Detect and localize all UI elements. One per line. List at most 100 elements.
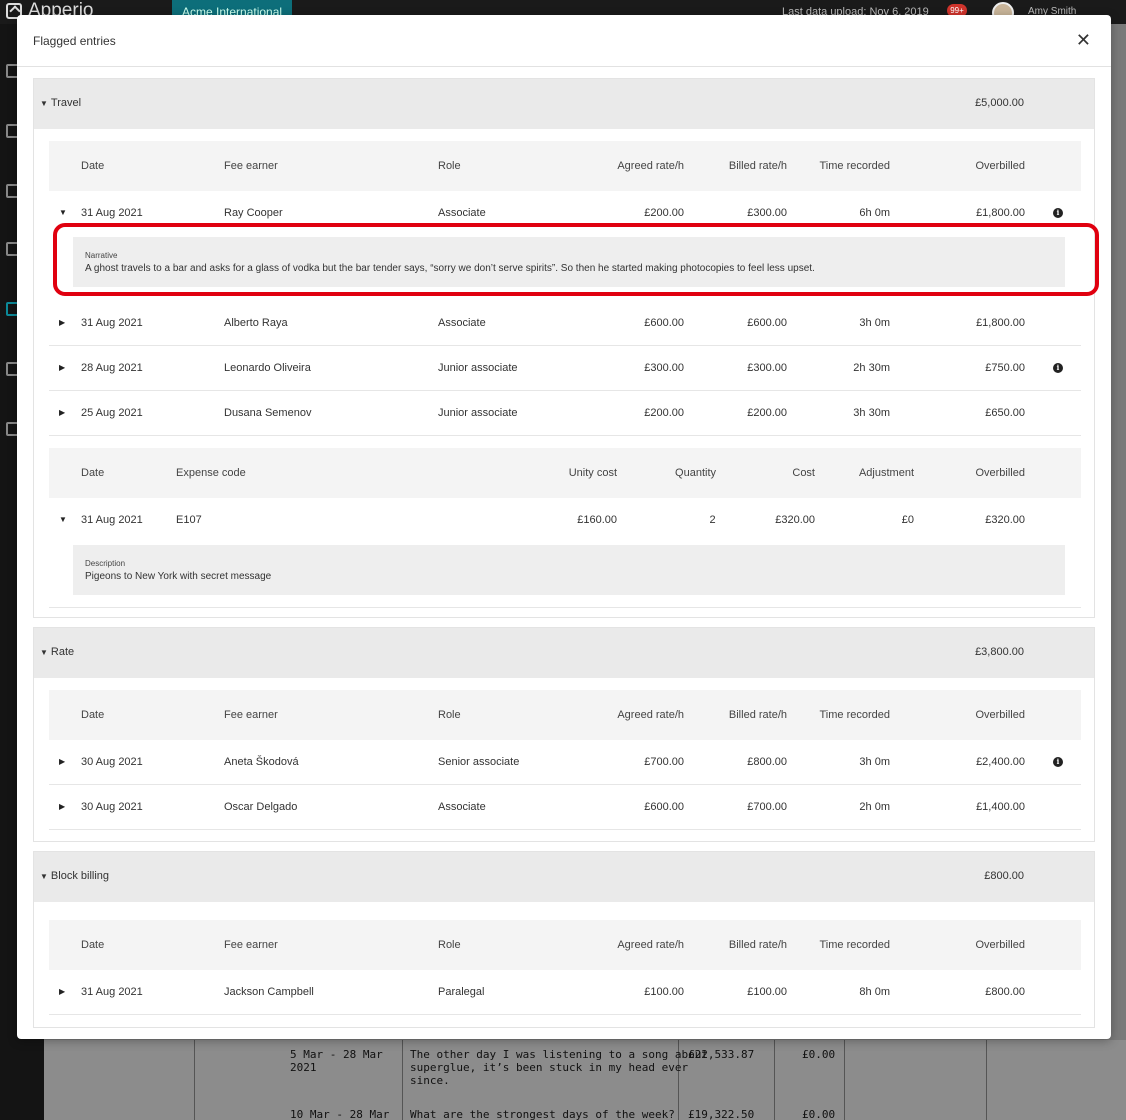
col-overbilled: Overbilled [975,467,1025,479]
col-overbilled: Overbilled [975,709,1025,721]
cell-role: Junior associate [438,362,518,374]
info-icon[interactable]: i [1053,208,1063,218]
section-body: Date Fee earner Role Agreed rate/h Bille… [49,690,1081,835]
caret-right-icon[interactable]: ▶ [59,802,65,811]
cell-date: 31 Aug 2021 [81,317,143,329]
section-header[interactable]: ▼ Rate £3,800.00 [34,628,1094,678]
table-row[interactable]: ▶ 30 Aug 2021 Oscar Delgado Associate £6… [49,785,1081,830]
table-row[interactable]: ▶ 28 Aug 2021 Leonardo Oliveira Junior a… [49,346,1081,391]
cell-unity-cost: £160.00 [577,514,617,526]
col-agreed-rate: Agreed rate/h [617,160,684,172]
cell-expense-code: E107 [176,514,202,526]
cell-time: 6h 0m [859,207,890,219]
cell-time: 3h 0m [859,317,890,329]
bg-narrative: The other day I was listening to a song … [410,1048,709,1087]
section-total: £800.00 [984,870,1024,882]
table-row[interactable]: ▶ 31 Aug 2021 Alberto Raya Associate £60… [49,301,1081,346]
col-quantity: Quantity [675,467,716,479]
col-billed-rate: Billed rate/h [728,709,787,721]
col-adjustment: Adjustment [858,467,914,479]
cell-date: 31 Aug 2021 [81,514,143,526]
section-body: Date Fee earner Role Agreed rate/h Bille… [49,920,1081,1020]
cell-fee-earner: Leonardo Oliveira [224,362,311,374]
section-header[interactable]: ▼ Travel £5,000.00 [34,79,1094,129]
cell-fee-earner: Jackson Campbell [224,986,314,998]
section-title: Block billing [50,870,110,882]
col-time-recorded: Time recorded [819,709,890,721]
cell-fee-earner: Aneta Škodová [224,756,299,768]
background-table: 5 Mar - 28 Mar 2021 The other day I was … [44,1040,1126,1120]
col-role: Role [438,160,461,172]
cell-agreed: £700.00 [644,756,684,768]
cell-fee-earner: Oscar Delgado [224,801,298,813]
caret-down-icon[interactable]: ▼ [59,208,67,217]
caret-right-icon[interactable]: ▶ [59,408,65,417]
narrative-panel: Narrative A ghost travels to a bar and a… [73,237,1065,287]
cell-overbilled: £1,800.00 [976,207,1025,219]
cell-role: Paralegal [438,986,485,998]
cell-adjustment: £0 [901,514,914,526]
section-body: Date Fee earner Role Agreed rate/h Bille… [49,141,1081,611]
cell-billed: £100.00 [747,986,787,998]
caret-right-icon[interactable]: ▶ [59,987,65,996]
table-header: Date Fee earner Role Agreed rate/h Bille… [49,690,1081,740]
cell-date: 30 Aug 2021 [81,801,143,813]
close-icon[interactable]: ✕ [1076,30,1091,51]
col-fee-earner: Fee earner [224,160,278,172]
col-role: Role [438,939,461,951]
cell-agreed: £100.00 [644,986,684,998]
caret-right-icon[interactable]: ▶ [59,318,65,327]
table-row[interactable]: ▶ 31 Aug 2021 Jackson Campbell Paralegal… [49,970,1081,1015]
col-fee-earner: Fee earner [224,939,278,951]
section-total: £5,000.00 [975,97,1024,109]
bg-amount: £19,322.50 [688,1108,755,1120]
caret-right-icon[interactable]: ▶ [59,757,65,766]
divider [49,607,1081,608]
section-header[interactable]: ▼ Block billing £800.00 [34,852,1094,902]
bg-adjustment: £0.00 [802,1048,836,1061]
cell-overbilled: £650.00 [985,407,1025,419]
cell-time: 3h 0m [859,756,890,768]
cell-overbilled: £1,400.00 [976,801,1025,813]
cell-role: Junior associate [438,407,518,419]
cell-billed: £700.00 [747,801,787,813]
col-role: Role [438,709,461,721]
col-billed-rate: Billed rate/h [728,939,787,951]
info-icon[interactable]: i [1053,363,1063,373]
table-row[interactable]: ▶ 30 Aug 2021 Aneta Škodová Senior assoc… [49,740,1081,785]
caret-right-icon[interactable]: ▶ [59,363,65,372]
caret-down-icon: ▼ [40,872,48,881]
cell-agreed: £200.00 [644,207,684,219]
cell-billed: £300.00 [747,207,787,219]
cell-billed: £600.00 [747,317,787,329]
cell-date: 31 Aug 2021 [81,207,143,219]
table-header: Date Fee earner Role Agreed rate/h Bille… [49,920,1081,970]
cell-overbilled: £320.00 [985,514,1025,526]
cell-time: 3h 30m [853,407,890,419]
cell-overbilled: £800.00 [985,986,1025,998]
col-billed-rate: Billed rate/h [728,160,787,172]
narrative-text: A ghost travels to a bar and asks for a … [85,263,815,274]
cell-agreed: £600.00 [644,317,684,329]
col-overbilled: Overbilled [975,160,1025,172]
col-date: Date [81,709,105,721]
cell-role: Senior associate [438,756,520,768]
col-agreed-rate: Agreed rate/h [617,709,684,721]
table-row[interactable]: ▼ 31 Aug 2021 Ray Cooper Associate £200.… [49,191,1081,237]
cell-billed: £300.00 [747,362,787,374]
description-text: Pigeons to New York with secret message [85,571,272,582]
table-header: Date Fee earner Role Agreed rate/h Bille… [49,141,1081,191]
cell-cost: £320.00 [775,514,815,526]
cell-billed: £800.00 [747,756,787,768]
cell-role: Associate [438,801,486,813]
expense-row[interactable]: ▼ 31 Aug 2021 E107 £160.00 2 £320.00 £0 … [49,498,1081,545]
cell-overbilled: £750.00 [985,362,1025,374]
bg-amount: £22,533.87 [688,1048,755,1061]
table-row[interactable]: ▶ 25 Aug 2021 Dusana Semenov Junior asso… [49,391,1081,436]
caret-down-icon[interactable]: ▼ [59,515,67,524]
section-rate: ▼ Rate £3,800.00 Date Fee earner Role Agr… [33,627,1095,842]
expense-table-header: Date Expense code Unity cost Quantity Co… [49,448,1081,498]
info-icon[interactable]: i [1053,757,1063,767]
narrative-label: Narrative [85,251,118,260]
cell-billed: £200.00 [747,407,787,419]
